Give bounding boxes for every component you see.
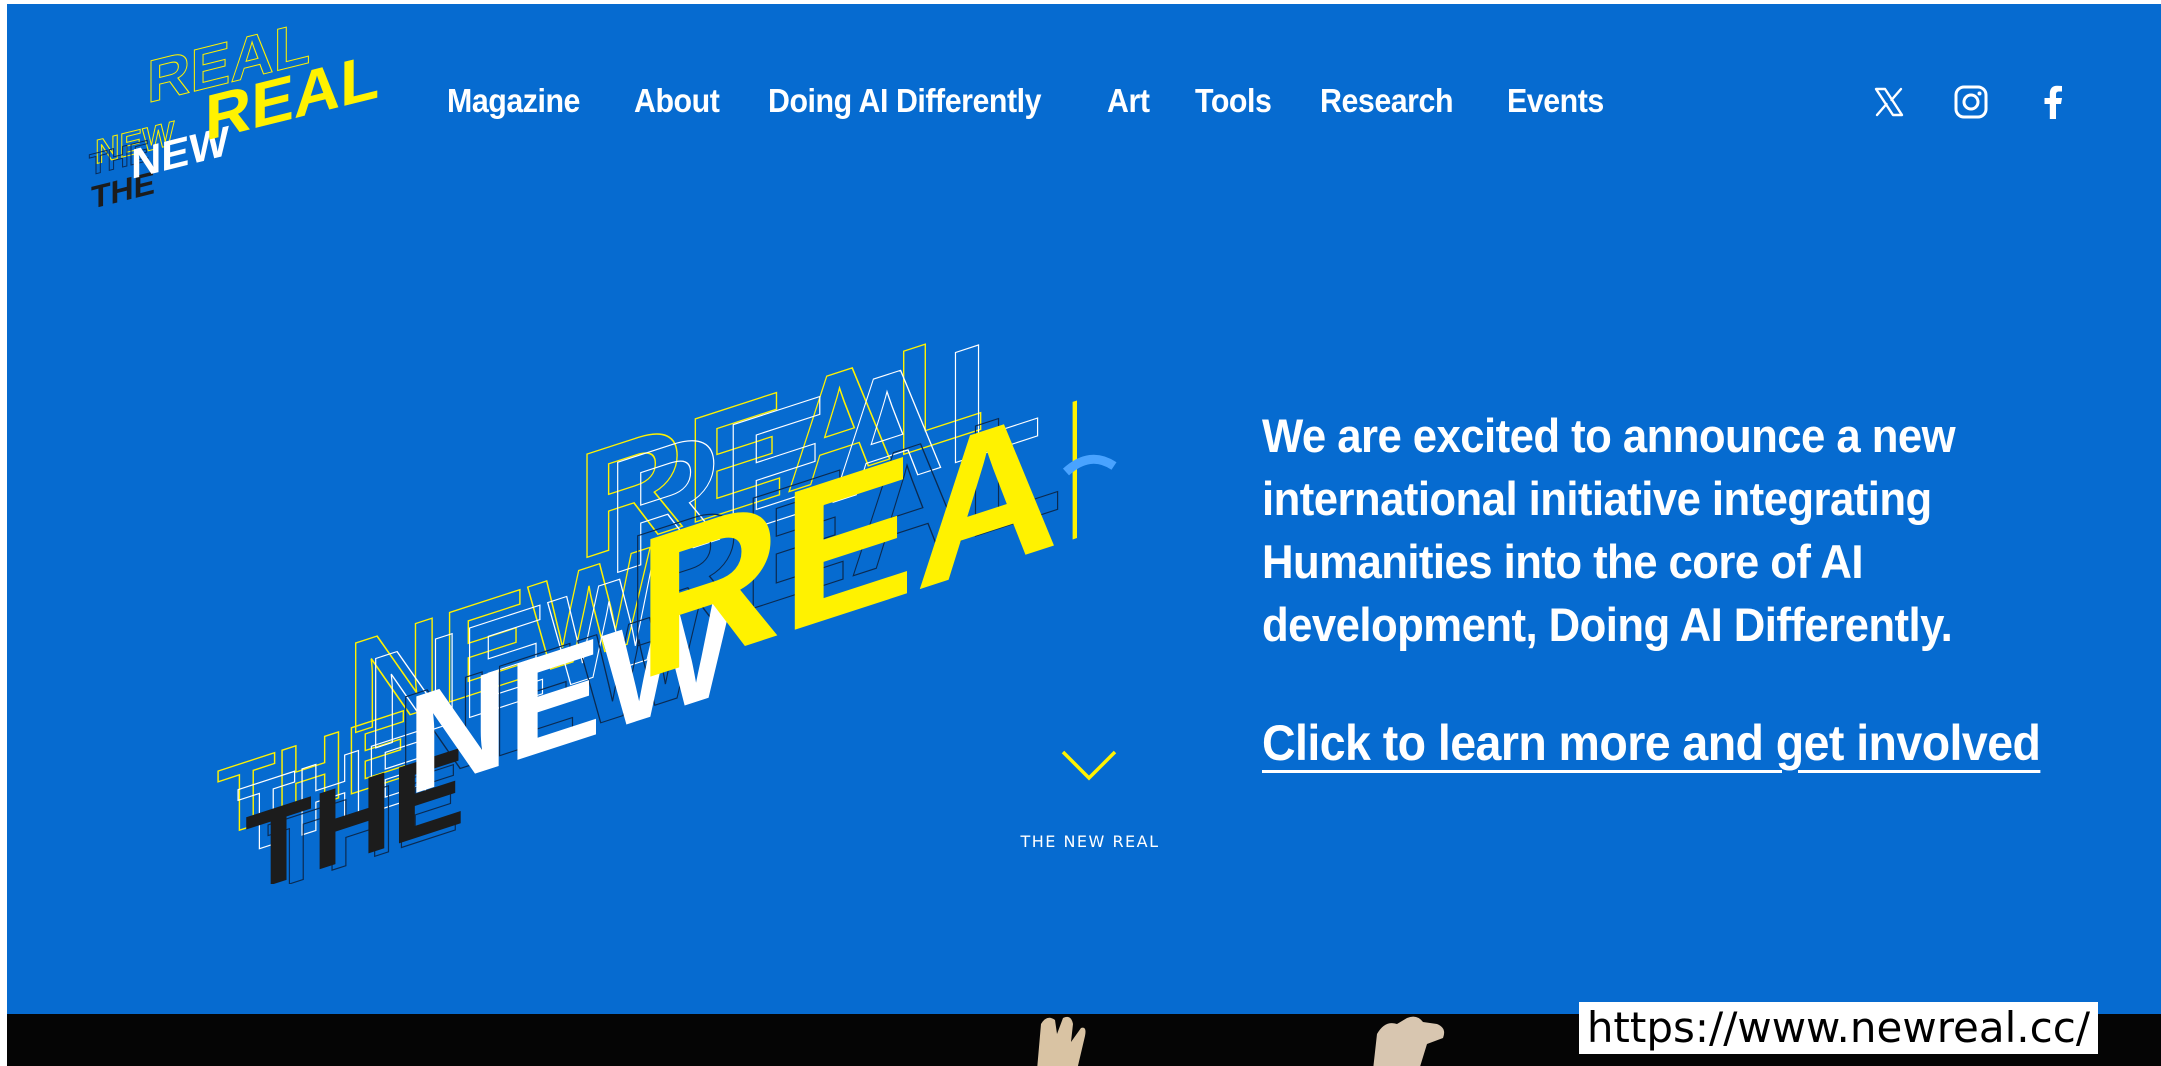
nav-item-magazine[interactable]: Magazine xyxy=(447,82,580,120)
hand-image-left xyxy=(1037,1016,1086,1066)
hero-logo: THE NEW REAL THE NEW REAL THE NEW REAL T… xyxy=(216,324,1077,884)
scroll-label: THE NEW REAL xyxy=(1020,832,1160,851)
learn-more-link[interactable]: Click to learn more and get involved xyxy=(1262,714,2041,772)
nav-item-events[interactable]: Events xyxy=(1507,82,1604,120)
page: NEW REAL THE THE NEW REAL Magazine About… xyxy=(7,4,2161,1066)
nav-item-doing-ai-differently[interactable]: Doing AI Differently xyxy=(768,82,1041,120)
x-icon[interactable] xyxy=(1871,84,1907,120)
social-links xyxy=(1871,84,2071,120)
nav-item-tools[interactable]: Tools xyxy=(1195,82,1272,120)
url-caption: https://www.newreal.cc/ xyxy=(1578,1002,2098,1054)
site-logo[interactable]: NEW REAL THE THE NEW REAL xyxy=(87,18,387,208)
nav-item-research[interactable]: Research xyxy=(1320,82,1453,120)
announcement-text: We are excited to announce a new interna… xyxy=(1262,409,1956,651)
nav-item-about[interactable]: About xyxy=(634,82,720,120)
nav-item-art[interactable]: Art xyxy=(1107,82,1150,120)
instagram-icon[interactable] xyxy=(1953,84,1989,120)
hand-image-right xyxy=(1373,1016,1445,1066)
main-nav: Magazine About Doing AI Differently Art … xyxy=(447,82,1654,120)
scroll-down-chevron-icon[interactable] xyxy=(1059,748,1119,784)
facebook-icon[interactable] xyxy=(2035,84,2071,120)
loading-spinner-icon xyxy=(1062,454,1117,476)
